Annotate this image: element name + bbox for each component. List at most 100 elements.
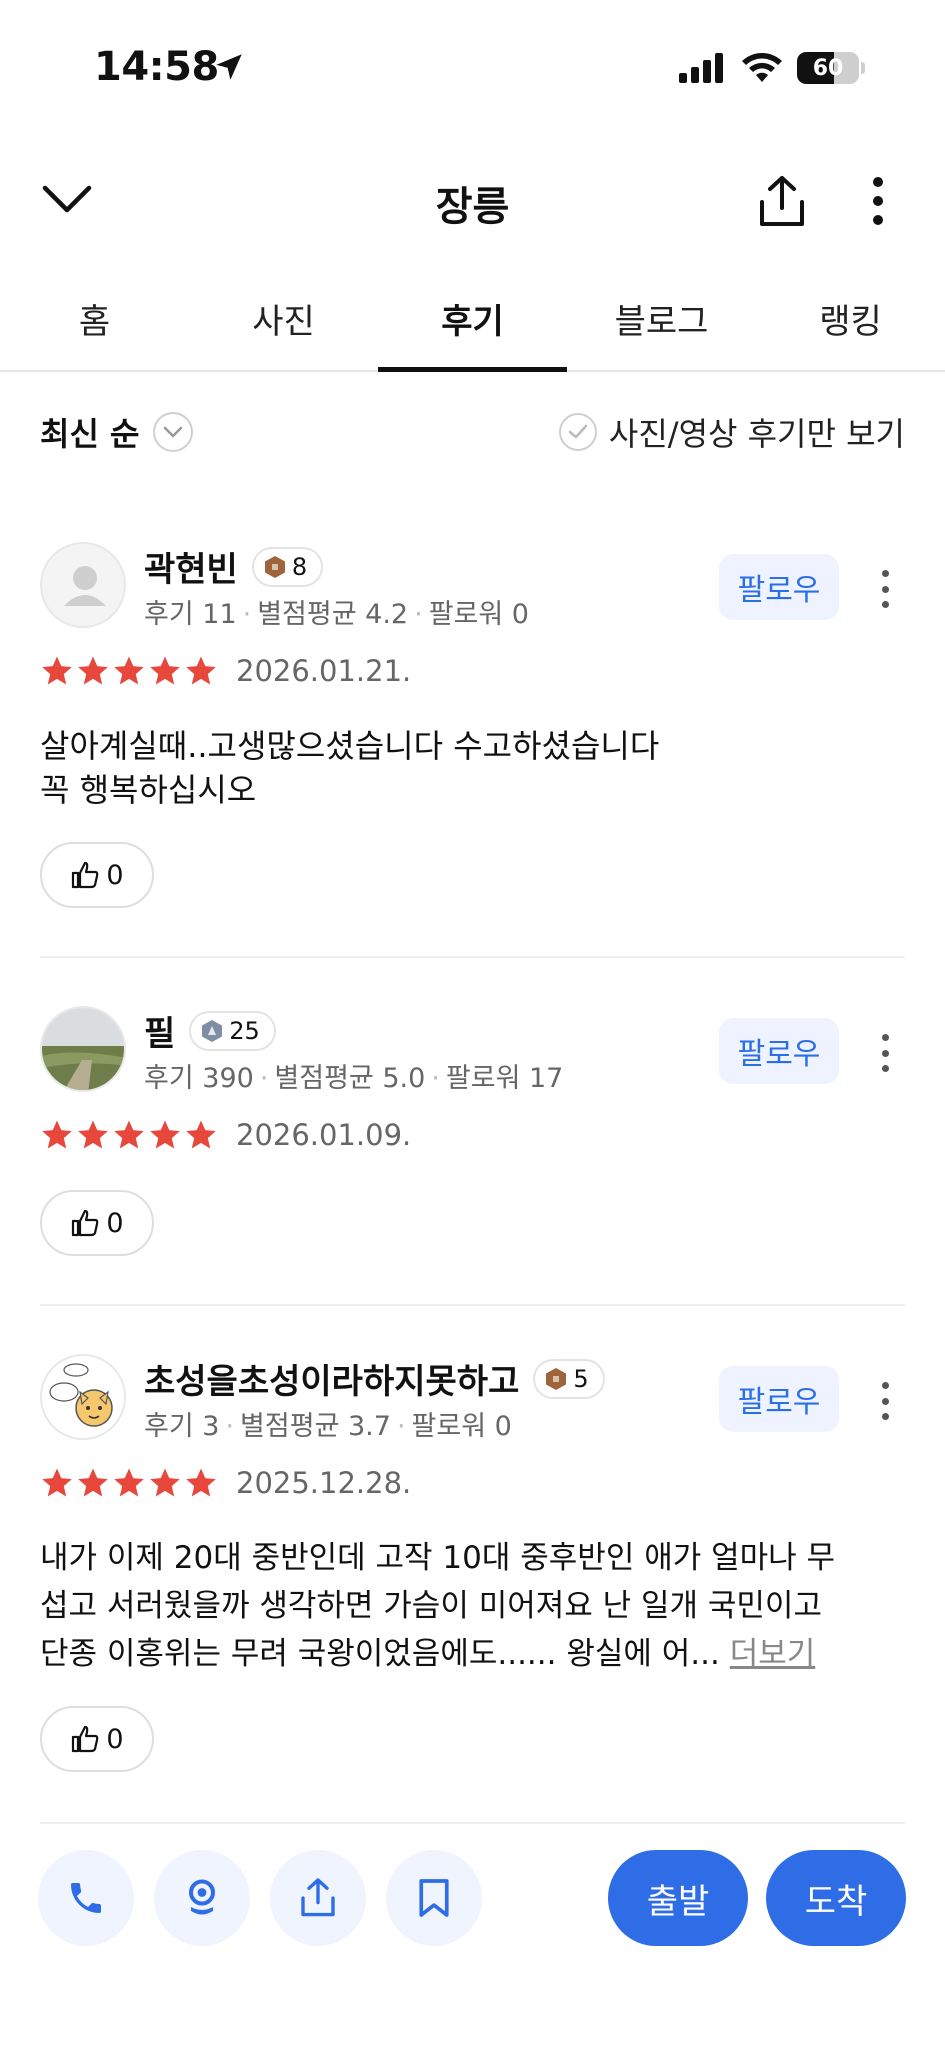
star-icon	[78, 656, 108, 685]
review-item: 초성을초성이라하지못하고 5 후기 3 · 별점평균 3.7 · 팔로워 0 팔로우 2…	[40, 1354, 905, 1774]
like-count: 0	[106, 859, 124, 891]
reviewer-name[interactable]: 곽현빈	[144, 542, 238, 591]
call-button[interactable]	[38, 1850, 134, 1946]
star-icon	[186, 656, 216, 685]
more-vertical-icon[interactable]	[875, 1028, 895, 1078]
divider	[40, 956, 905, 958]
avatar-photo	[42, 1008, 124, 1090]
street-view-button[interactable]	[154, 1850, 250, 1946]
tab-bar: 홈 사진 후기 블로그 랭킹	[0, 270, 945, 372]
place-header: 장릉	[0, 150, 945, 250]
star-icon	[150, 1120, 180, 1149]
reviewer-meta: 후기 390 · 별점평균 5.0 · 팔로워 17	[144, 1063, 564, 1094]
follow-button[interactable]: 팔로우	[719, 1018, 839, 1084]
star-rating	[40, 654, 218, 688]
tab-photos[interactable]: 사진	[189, 270, 378, 370]
review-text: 살아계실때..고생많으셨습니다 수고하셨습니다 꼭 행복하십시오	[40, 724, 905, 812]
sort-label: 최신 순	[40, 415, 140, 453]
review-text-line: 섭고 서러웠을까 생각하면 가슴이 미어져요 난 일개 국민이고	[40, 1588, 822, 1624]
follower-count: 팔로워 17	[445, 1063, 564, 1094]
like-count: 0	[106, 1207, 124, 1239]
reviewer-meta: 후기 11 · 별점평균 4.2 · 팔로워 0	[144, 599, 529, 630]
tab-reviews[interactable]: 후기	[378, 270, 567, 372]
bookmark-button[interactable]	[386, 1850, 482, 1946]
badge-level: 8	[291, 552, 308, 581]
arrive-button[interactable]: 도착	[766, 1850, 906, 1946]
wifi-icon	[742, 53, 782, 82]
check-circle-icon	[558, 413, 597, 451]
more-vertical-icon[interactable]	[868, 176, 888, 226]
photo-only-toggle[interactable]: 사진/영상 후기만 보기	[558, 409, 905, 455]
star-icon	[114, 1468, 144, 1497]
reviewer-name[interactable]: 초성을초성이라하지못하고	[144, 1354, 519, 1403]
street-view-icon	[188, 1879, 216, 1915]
review-item: 필 25 후기 390 · 별점평균 5.0 · 팔로워 17 팔로우 2026.01.…	[40, 1006, 905, 1266]
review-text-line: 단종 이홍위는 무려 국왕이었음에도...... 왕실에 어...	[40, 1636, 720, 1672]
status-indicators: 60	[679, 52, 865, 84]
share-icon[interactable]	[756, 174, 808, 230]
star-icon	[186, 1468, 216, 1497]
more-vertical-icon[interactable]	[875, 564, 895, 614]
read-more-link[interactable]: 더보기	[730, 1636, 816, 1672]
avatar[interactable]	[40, 1006, 126, 1092]
level-badge: 8	[251, 546, 324, 587]
review-filter-bar: 최신 순 사진/영상 후기만 보기	[40, 402, 905, 462]
star-icon	[114, 1120, 144, 1149]
avatar[interactable]	[40, 542, 126, 628]
rating-row: 2026.01.09.	[40, 1118, 411, 1152]
rating-row: 2025.12.28.	[40, 1466, 411, 1500]
like-button[interactable]: 0	[40, 842, 154, 908]
reviewer-name[interactable]: 필	[144, 1006, 175, 1055]
review-item: 곽현빈 8 후기 11 · 별점평균 4.2 · 팔로워 0 팔로우 2026.01.2…	[40, 542, 905, 912]
divider	[40, 1822, 905, 1824]
rating-row: 2026.01.21.	[40, 654, 411, 688]
follow-button[interactable]: 팔로우	[719, 1366, 839, 1432]
depart-button[interactable]: 출발	[608, 1850, 748, 1946]
hexagon-badge-icon	[546, 1367, 567, 1390]
follower-count: 팔로워 0	[411, 1411, 512, 1442]
tab-blog[interactable]: 블로그	[567, 270, 756, 370]
level-badge: 25	[189, 1010, 276, 1051]
review-count: 후기 11	[144, 599, 237, 630]
battery-icon: 60	[797, 52, 859, 84]
more-vertical-icon[interactable]	[875, 1376, 895, 1426]
rating-average: 별점평균 3.7	[240, 1411, 391, 1442]
review-text: 내가 이제 20대 중반인데 고작 10대 중후반인 애가 얼마나 무 섭고 서…	[40, 1534, 905, 1678]
tab-home[interactable]: 홈	[0, 270, 189, 370]
review-text-line: 꼭 행복하십시오	[40, 771, 257, 809]
review-date: 2025.12.28.	[236, 1466, 412, 1500]
bottom-action-bar: 출발 도착	[0, 1848, 945, 1948]
like-button[interactable]: 0	[40, 1190, 154, 1256]
hexagon-badge-icon	[264, 555, 285, 578]
reviewer-name-row: 필 25	[144, 1006, 276, 1055]
rating-average: 별점평균 4.2	[257, 599, 409, 630]
follow-button[interactable]: 팔로우	[719, 554, 839, 620]
level-badge: 5	[533, 1358, 605, 1399]
share-icon	[301, 1878, 335, 1917]
phone-icon	[71, 1883, 101, 1913]
status-time: 14:58	[94, 44, 219, 90]
star-icon	[150, 1468, 180, 1497]
rating-average: 별점평균 5.0	[274, 1063, 426, 1094]
signal-icon	[679, 53, 723, 83]
badge-level: 5	[573, 1364, 589, 1393]
star-icon	[78, 1120, 108, 1149]
review-date: 2026.01.21.	[236, 654, 412, 688]
star-rating	[40, 1466, 218, 1500]
share-button[interactable]	[270, 1850, 366, 1946]
avatar[interactable]	[40, 1354, 126, 1440]
thumbs-up-icon	[72, 1209, 99, 1237]
reviewer-meta: 후기 3 · 별점평균 3.7 · 팔로워 0	[144, 1411, 512, 1442]
tab-ranking[interactable]: 랭킹	[756, 270, 945, 370]
review-text-line: 살아계실때..고생많으셨습니다 수고하셨습니다	[40, 727, 660, 765]
review-text-line: 내가 이제 20대 중반인데 고작 10대 중후반인 애가 얼마나 무	[40, 1540, 836, 1576]
star-icon	[42, 656, 72, 685]
sort-dropdown[interactable]: 최신 순	[40, 409, 194, 455]
divider	[40, 1304, 905, 1306]
battery-level: 60	[812, 55, 844, 81]
reviewer-name-row: 곽현빈 8	[144, 542, 324, 591]
bookmark-icon	[419, 1879, 449, 1917]
like-button[interactable]: 0	[40, 1706, 154, 1772]
avatar-illustration	[42, 1356, 124, 1438]
review-date: 2026.01.09.	[236, 1118, 412, 1152]
